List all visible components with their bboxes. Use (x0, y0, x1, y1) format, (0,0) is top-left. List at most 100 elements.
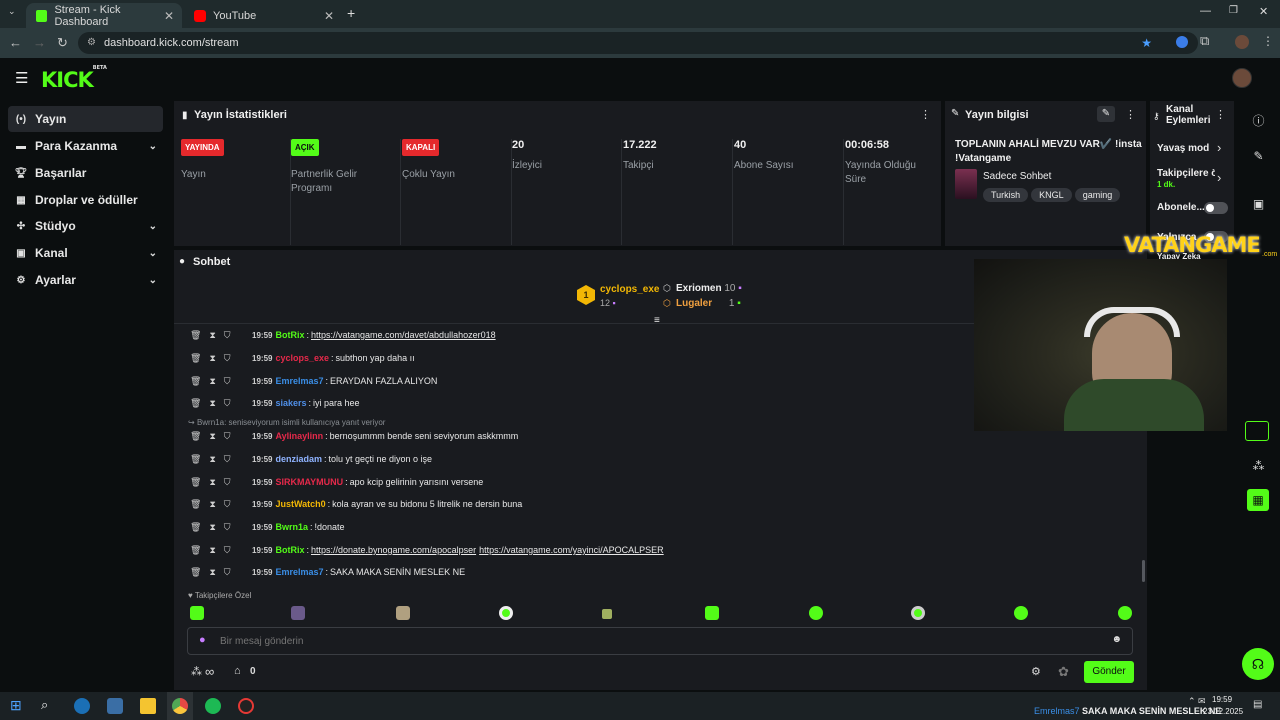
restore-icon[interactable]: ❐ (1229, 5, 1238, 16)
message-link[interactable]: https://donate.bynogame.com/apocalpser (311, 545, 476, 555)
forward-icon[interactable]: → (33, 35, 46, 50)
trash-icon[interactable]: 🗑︎ (190, 477, 201, 488)
window-close-icon[interactable]: ✕ (1259, 5, 1268, 18)
sidebar-item-studyo[interactable]: ✣ Stüdyo ⌄ (8, 213, 163, 239)
timeout-icon[interactable]: ⧗ (209, 522, 215, 533)
profile-avatar[interactable] (1235, 35, 1249, 49)
trash-icon[interactable]: 🗑︎ (190, 522, 201, 533)
collapse-icon[interactable]: ≡ (654, 315, 660, 326)
emote[interactable] (705, 606, 719, 620)
sidebar-item-droplar[interactable]: ▦ Droplar ve ödüller (8, 187, 163, 213)
timeout-icon[interactable]: ⧗ (209, 499, 215, 510)
shield-icon[interactable]: ⛉ (224, 477, 231, 488)
file-explorer-icon[interactable] (140, 698, 156, 714)
message-username[interactable]: JustWatch0 (275, 499, 325, 509)
followers-only-label[interactable]: Takipçilere ö (1157, 168, 1215, 179)
subscribers-only-toggle[interactable] (1204, 202, 1228, 214)
chevron-right-icon[interactable]: › (1217, 140, 1221, 155)
shield-icon[interactable]: ⛉ (224, 330, 231, 341)
chat-input[interactable] (220, 632, 1100, 650)
user-avatar[interactable] (1232, 68, 1252, 88)
trash-icon[interactable]: 🗑︎ (190, 499, 201, 510)
message-username[interactable]: cyclops_exe (275, 353, 329, 363)
message-username[interactable]: Aylinaylinn (275, 431, 323, 441)
bookmark-star-icon[interactable]: ★ (1141, 32, 1152, 54)
chat-input-box[interactable]: ● ☻ (187, 627, 1133, 655)
message-link[interactable]: https://vatangame.com/davet/abdullahozer… (311, 330, 496, 340)
shield-icon[interactable]: ⛉ (224, 398, 231, 409)
emote[interactable] (396, 606, 410, 620)
emote[interactable] (499, 606, 513, 620)
emote[interactable] (602, 609, 612, 619)
message-username[interactable]: Bwrn1a (275, 522, 308, 532)
hamburger-menu-icon[interactable]: ☰ (15, 69, 28, 87)
emote[interactable] (190, 606, 204, 620)
notification-icon[interactable]: ▤ (1253, 699, 1262, 710)
search-icon[interactable]: ⌕ (41, 697, 48, 713)
subscribers-only-label[interactable]: Abonele... (1157, 202, 1205, 213)
windows-start-icon[interactable]: ⊞ (10, 697, 22, 714)
url-field[interactable]: ⚙ dashboard.kick.com/stream ★ (78, 32, 1198, 54)
emote[interactable] (1014, 606, 1028, 620)
timeout-icon[interactable]: ⧗ (209, 353, 215, 364)
timeout-icon[interactable]: ⧗ (209, 398, 215, 409)
timeout-icon[interactable]: ⧗ (209, 477, 215, 488)
shield-icon[interactable]: ⛉ (224, 431, 231, 442)
emote[interactable] (911, 606, 925, 620)
shield-icon[interactable]: ⛉ (224, 567, 231, 578)
shield-icon[interactable]: ⛉ (224, 353, 231, 364)
more-options-icon[interactable]: ⋮ (1125, 108, 1136, 121)
sidebar-item-ayarlar[interactable]: ⚙ Ayarlar ⌄ (8, 267, 163, 293)
trash-icon[interactable]: 🗑︎ (190, 454, 201, 465)
send-button[interactable]: Gönder (1084, 661, 1134, 683)
tab-search-icon[interactable]: ⌄ (8, 6, 16, 17)
emote[interactable] (1118, 606, 1132, 620)
extension-icon[interactable] (1176, 36, 1188, 48)
trash-icon[interactable]: 🗑︎ (190, 398, 201, 409)
trash-icon[interactable]: 🗑︎ (190, 567, 201, 578)
timeout-icon[interactable]: ⧗ (209, 376, 215, 387)
message-link[interactable]: https://vatangame.com/yayinci/APOCALPSER (479, 545, 664, 555)
bot-icon[interactable]: ✿ (1058, 664, 1069, 680)
extensions-puzzle-icon[interactable]: ⧉ (1200, 33, 1209, 49)
trash-icon[interactable]: 🗑︎ (190, 431, 201, 442)
message-username[interactable]: BotRix (275, 330, 304, 340)
trash-icon[interactable]: 🗑︎ (190, 330, 201, 341)
close-icon[interactable]: ✕ (324, 9, 334, 23)
kick-logo[interactable]: KICKBETA (41, 65, 107, 92)
new-tab-icon[interactable]: + (347, 5, 355, 21)
sidebar-item-basarilar[interactable]: 🏆︎ Başarılar (8, 160, 163, 186)
tab-kick-dashboard[interactable]: Stream - Kick Dashboard ✕ (26, 3, 182, 28)
timeout-icon[interactable]: ⧗ (209, 545, 215, 556)
more-options-icon[interactable]: ⋮ (920, 108, 931, 121)
emote[interactable] (809, 606, 823, 620)
clapper-icon[interactable]: ▦ (1247, 489, 1269, 511)
more-options-icon[interactable]: ⋮ (1215, 108, 1226, 121)
shield-icon[interactable]: ⛉ (224, 499, 231, 510)
edit-icon[interactable]: ✎ (1097, 106, 1115, 122)
close-icon[interactable]: ✕ (164, 9, 174, 23)
store-icon[interactable]: ⌂ (234, 665, 241, 677)
message-username[interactable]: denziadam (275, 454, 322, 464)
trash-icon[interactable]: 🗑︎ (190, 353, 201, 364)
trash-icon[interactable]: 🗑︎ (190, 545, 201, 556)
pencil-icon[interactable]: ✎ (1237, 149, 1280, 163)
green-frame-icon[interactable] (1245, 421, 1269, 441)
slow-mode-label[interactable]: Yavaş mod (1157, 143, 1209, 154)
settings-gear-icon[interactable]: ⚙ (1031, 665, 1041, 678)
shield-icon[interactable]: ⛉ (224, 376, 231, 387)
info-icon[interactable]: ⓘ (1237, 112, 1280, 129)
steam-icon[interactable] (74, 698, 90, 714)
sidebar-item-para-kazanma[interactable]: ▬ Para Kazanma ⌄ (8, 133, 163, 159)
message-username[interactable]: Emrelmas7 (275, 376, 323, 386)
browser-menu-icon[interactable]: ⋮ (1262, 34, 1274, 48)
message-username[interactable]: SIRKMAYMUNU (275, 477, 343, 487)
message-username[interactable]: Emrelmas7 (275, 567, 323, 577)
tab-youtube[interactable]: YouTube ✕ (184, 3, 342, 28)
timeout-icon[interactable]: ⧗ (209, 454, 215, 465)
trash-icon[interactable]: 🗑︎ (190, 376, 201, 387)
minimize-icon[interactable]: — (1200, 5, 1211, 17)
screenshot-icon[interactable]: ▣ (1237, 197, 1280, 211)
message-username[interactable]: siakers (275, 398, 306, 408)
shield-icon[interactable]: ⛉ (224, 454, 231, 465)
